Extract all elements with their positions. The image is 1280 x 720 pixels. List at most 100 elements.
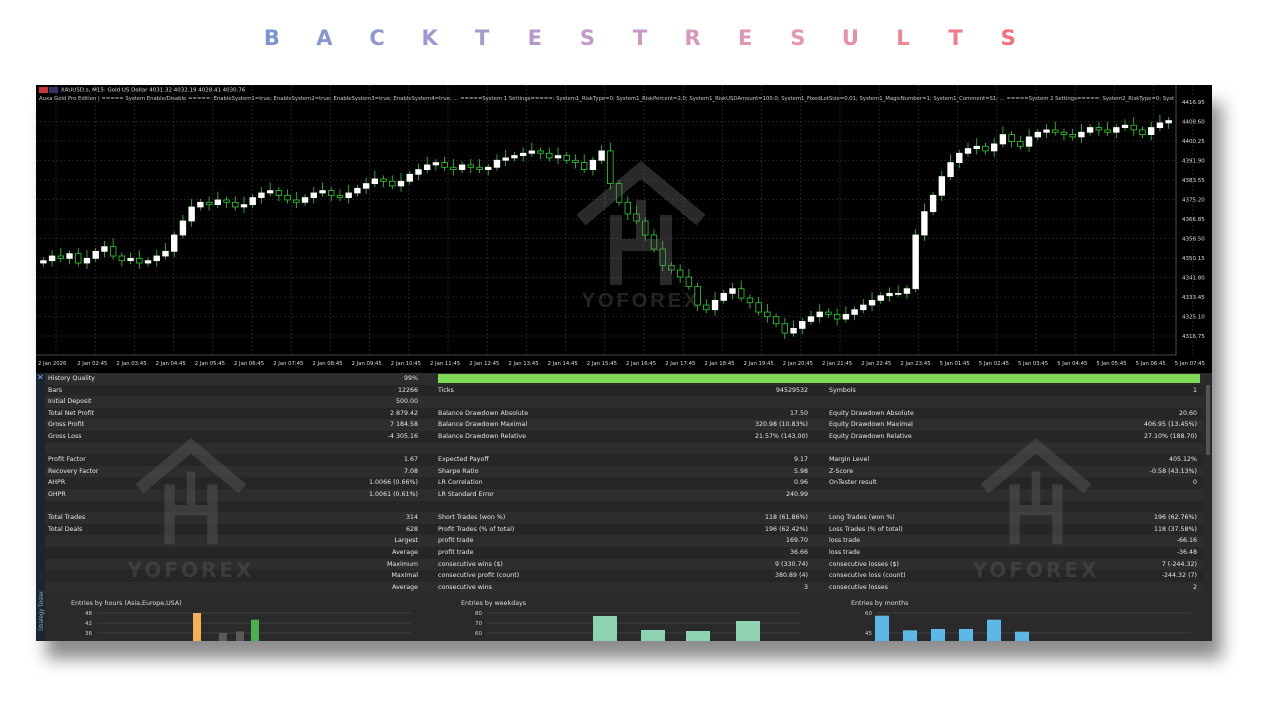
title-letter: S (579, 26, 595, 50)
histogram-tick-label: 60 (475, 631, 482, 637)
candle-body (188, 206, 195, 222)
histogram-bar (593, 616, 617, 641)
stat-value-3: 196 (62.76%) (1154, 514, 1197, 522)
stat-value-3: 118 (37.58%) (1154, 525, 1197, 533)
terminal-window: 4416.95 4408.60 4400.25 4391.90 4383.55 4375.… (36, 85, 1212, 641)
candle-body (781, 323, 789, 334)
histogram-tick-label: 60 (865, 611, 872, 617)
strategy-tester-label: Strategy Tester (39, 590, 46, 632)
candle-body (40, 260, 47, 264)
stat-label-3: loss trade (829, 548, 860, 556)
candle-body (738, 288, 745, 299)
time-axis-label: 2 Jan 21:45 (822, 361, 852, 367)
stat-label-1: Profit Factor (48, 456, 86, 464)
time-axis-label: 2 Jan 09:45 (352, 361, 382, 367)
stat-label-3: consecutive losses (829, 583, 889, 591)
candle-body (179, 220, 187, 236)
stat-value-2: 94529532 (775, 386, 808, 394)
stat-value-3: 0 (1192, 479, 1197, 487)
candle-body (1069, 134, 1076, 138)
candle-body (964, 148, 972, 154)
histogram-bar (959, 629, 973, 641)
candle-body (485, 166, 492, 171)
stat-value-3: 2 (1192, 583, 1197, 591)
candle-body (362, 183, 370, 189)
stat-label-2: Sharpe Ratio (438, 467, 479, 475)
candle-body (118, 255, 126, 262)
ea-parameters: Auxa Gold Pro Edition | ===== System Ena… (39, 96, 1174, 102)
candle-body (389, 180, 396, 187)
candle-body (563, 155, 570, 161)
candle-body (423, 164, 431, 171)
candle-body (947, 162, 954, 178)
candle-body (528, 150, 536, 154)
histogram-plot: 60 45 (865, 611, 1191, 641)
stat-value-1: 1.0061 (0.61%) (369, 490, 418, 498)
stats-row: Average consecutive wins 3 consecutive loss… (45, 581, 1203, 594)
candle-body (502, 157, 509, 161)
histogram-bar (219, 633, 227, 641)
close-icon[interactable]: ✕ (37, 373, 44, 382)
price-axis-label: 4316.75 (1182, 334, 1205, 340)
stat-label-3: Loss Trades (% of total) (829, 525, 903, 533)
stat-label-1: Total Trades (48, 514, 86, 522)
price-axis-label: 4350.15 (1182, 256, 1205, 262)
stat-value-1: 7.08 (403, 467, 418, 475)
stat-value-2: 3 (803, 583, 808, 591)
price-chart[interactable]: 4416.95 4408.60 4400.25 4391.90 4383.55 4375.… (36, 85, 1212, 371)
stat-label-1: Total Deals (48, 525, 83, 533)
candle-body (432, 162, 440, 166)
histogram-bar (193, 613, 201, 641)
stat-label-1: Bars (48, 386, 63, 394)
stat-value-2: 36.66 (789, 548, 808, 556)
stat-value-1: 1.0066 (0.66%) (369, 479, 418, 487)
stat-label-2: profit trade (438, 537, 474, 545)
candle-body (371, 178, 379, 185)
candle-body (1130, 124, 1137, 131)
candle-body (1060, 131, 1068, 135)
candle-body (860, 304, 867, 311)
candle-body (101, 246, 108, 252)
stat-value-1: 12266 (397, 386, 418, 394)
title-letter: R (684, 26, 701, 50)
candle-body (171, 234, 178, 252)
candle-body (458, 164, 466, 171)
chart-symbol-header: XAUUSD.s, M15: Gold US Dollar 4031.32 40… (39, 87, 245, 94)
stat-value-2: 380.89 (4) (775, 572, 808, 580)
candle-body (1052, 129, 1059, 133)
candle-body (48, 255, 56, 262)
candle-body (1086, 127, 1094, 133)
stat-label-1: Gross Loss (48, 432, 82, 440)
histogram-tick-label: 36 (85, 631, 92, 637)
stat-label-2: consecutive wins (438, 583, 492, 591)
histogram-bar (736, 621, 760, 641)
stat-value-1: 99% (404, 375, 418, 382)
candle-body (1078, 131, 1085, 138)
candle-body (1148, 127, 1155, 135)
stat-label-3: Margin Level (829, 456, 870, 464)
time-axis-label: 2 Jan 13:45 (508, 361, 538, 367)
candle-body (895, 292, 902, 295)
title-letter: C (369, 26, 385, 50)
stat-label-2: Ticks (438, 386, 454, 394)
stats-row: Total Net Profit 2 879.42 Balance Drawdown… (45, 407, 1203, 420)
candle-body (1008, 134, 1015, 142)
candle-body (310, 192, 317, 199)
stats-row: Gross Profit 7 184.58 Balance Drawdown Max… (45, 419, 1203, 431)
candle-body (1139, 129, 1146, 135)
stat-value-3: 1 (1192, 386, 1197, 394)
candle-body (109, 246, 117, 257)
title-letter: L (896, 26, 910, 50)
stat-label-1: GHPR (48, 490, 66, 498)
candle-body (842, 313, 850, 320)
stat-value-1: 2 879.42 (389, 409, 418, 417)
candle-body (127, 257, 134, 262)
title-letter: K (421, 26, 438, 50)
stat-label-2: Balance Drawdown Absolute (438, 409, 529, 417)
stat-value-3: 405.12% (1168, 456, 1197, 464)
scrollbar[interactable] (1206, 385, 1210, 455)
stat-value-3: -244.32 (7) (1161, 572, 1197, 580)
watermark-text: YOFOREX (127, 558, 255, 582)
candle-body (799, 321, 806, 329)
time-axis-label: 2 Jan 22:45 (861, 361, 891, 367)
